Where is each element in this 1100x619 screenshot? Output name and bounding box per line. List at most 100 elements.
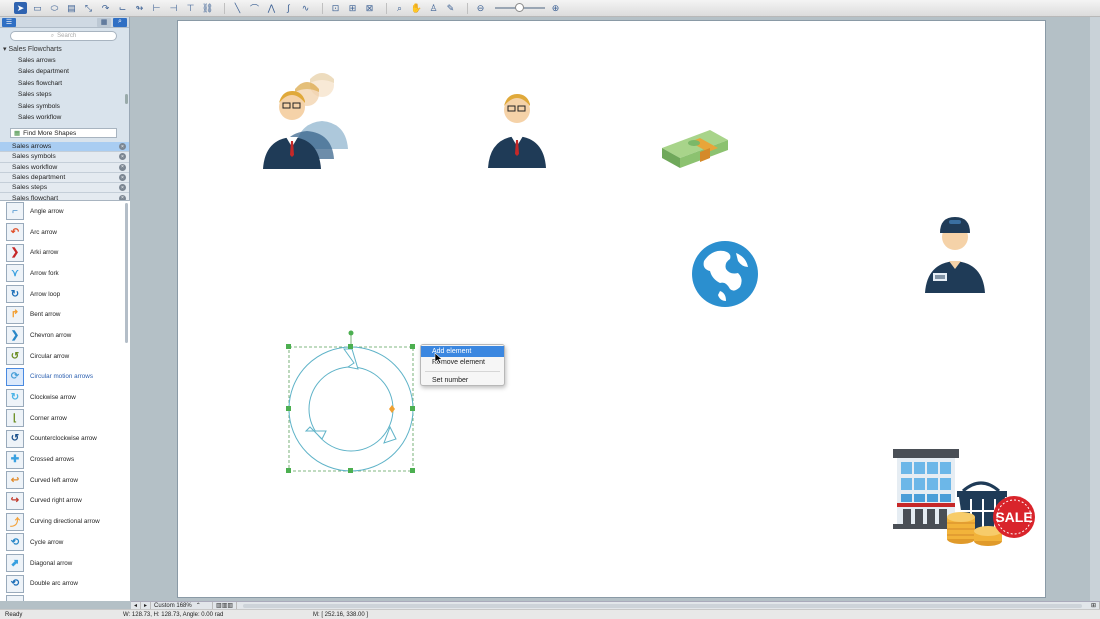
globe-icon[interactable] bbox=[690, 239, 760, 309]
fit-icon[interactable]: ⊞ bbox=[346, 2, 359, 14]
page-prev-button[interactable]: ◂ bbox=[131, 602, 142, 609]
shape-item[interactable]: ❯ Arki arrow bbox=[0, 242, 130, 263]
control-point-handle[interactable] bbox=[389, 405, 395, 413]
user-icon[interactable]: ♙ bbox=[427, 2, 440, 14]
shape-item[interactable]: ❯ Chevron arrow bbox=[0, 325, 130, 346]
horizontal-scrollbar[interactable] bbox=[243, 603, 1082, 608]
shape-item[interactable]: ↺ Circular arrow bbox=[0, 346, 130, 367]
library-row[interactable]: Sales steps × bbox=[0, 183, 129, 194]
page-tabs-icon[interactable]: ▥▥▥ bbox=[213, 602, 238, 609]
shape-item[interactable]: ⤴ Curving directional arrow bbox=[0, 511, 130, 532]
tree-item[interactable]: Sales arrows bbox=[0, 55, 129, 66]
resize-handle[interactable] bbox=[286, 344, 291, 349]
chevron-down-icon[interactable]: ▾ bbox=[3, 46, 7, 53]
line-icon[interactable]: ╲ bbox=[231, 2, 244, 14]
library-row[interactable]: Sales symbols × bbox=[0, 152, 129, 163]
page-next-button[interactable]: ▸ bbox=[141, 602, 152, 609]
shape-gallery-scrollbar[interactable] bbox=[125, 203, 128, 343]
ellipse-icon[interactable]: ⬭ bbox=[48, 2, 61, 14]
library-row[interactable]: Sales workflow × bbox=[0, 162, 129, 173]
zoom-in-icon[interactable]: ⊕ bbox=[549, 2, 562, 14]
close-icon[interactable]: × bbox=[119, 143, 126, 151]
zoom-select[interactable]: Custom 168% ⌃ bbox=[151, 602, 214, 609]
businessman-icon[interactable] bbox=[486, 88, 548, 168]
rotation-handle[interactable] bbox=[348, 330, 354, 336]
smart-connector-icon[interactable]: ⌙ bbox=[116, 2, 129, 14]
library-row[interactable]: Sales arrows × bbox=[0, 142, 129, 153]
zoom-tool-icon[interactable]: ⌕ bbox=[393, 2, 406, 14]
resize-handle[interactable] bbox=[410, 344, 415, 349]
circular-motion-arrows-shape[interactable] bbox=[282, 329, 417, 479]
money-stack-icon[interactable] bbox=[660, 126, 730, 170]
bezier-icon[interactable]: ∫ bbox=[282, 2, 295, 14]
tree-connector-icon[interactable]: ⊢ bbox=[150, 2, 163, 14]
shape-item[interactable]: ⟳ Circular motion arrows bbox=[0, 367, 130, 388]
shape-item[interactable]: ↶ Arc arrow bbox=[0, 222, 130, 243]
tree-connector3-icon[interactable]: ⊤ bbox=[184, 2, 197, 14]
library-row[interactable]: Sales department × bbox=[0, 172, 129, 184]
shape-item[interactable]: ⟲ Cycle arrow bbox=[0, 532, 130, 553]
set-number-menu-item[interactable]: Set number bbox=[421, 375, 504, 386]
resize-handle[interactable] bbox=[348, 468, 353, 473]
shape-item[interactable]: ⬈ Diagonal arrow bbox=[0, 553, 130, 574]
shape-item[interactable]: ↱ Bent arrow bbox=[0, 304, 130, 325]
shape-item[interactable]: ⟷Double headed arrow bbox=[0, 594, 130, 601]
shape-item[interactable]: ⋎ Arrow fork bbox=[0, 263, 130, 284]
resize-handle[interactable] bbox=[410, 406, 415, 411]
hand-icon[interactable]: ✋ bbox=[410, 2, 423, 14]
zoom-slider[interactable] bbox=[495, 3, 545, 12]
zoom-out-icon[interactable]: ⊖ bbox=[474, 2, 487, 14]
resize-handle[interactable] bbox=[286, 406, 291, 411]
shape-item[interactable]: ⌊ Corner arrow bbox=[0, 408, 130, 429]
polyline-icon[interactable]: ⋀ bbox=[265, 2, 278, 14]
shape-item[interactable]: ↩ Curved left arrow bbox=[0, 470, 130, 491]
tree-item[interactable]: Sales flowchart bbox=[0, 78, 129, 89]
drawing-page[interactable]: SALE bbox=[177, 20, 1046, 598]
tree-root[interactable]: ▾ Sales Flowcharts bbox=[0, 44, 129, 55]
shape-item[interactable]: ✚ Crossed arrows bbox=[0, 449, 130, 470]
find-more-shapes-button[interactable]: ▦ Find More Shapes bbox=[10, 128, 117, 138]
resize-handle[interactable] bbox=[286, 468, 291, 473]
tree-connector2-icon[interactable]: ⊣ bbox=[167, 2, 180, 14]
chain-icon[interactable]: ⛓ bbox=[201, 2, 214, 14]
tree-item[interactable]: Sales symbols bbox=[0, 101, 129, 112]
close-icon[interactable]: × bbox=[119, 163, 126, 171]
resize-handle[interactable] bbox=[348, 344, 353, 349]
zoom-slider-knob[interactable] bbox=[515, 3, 524, 12]
arc-icon[interactable]: ⌒ bbox=[248, 2, 261, 14]
shape-thumbnail-icon: ⟲ bbox=[6, 533, 24, 552]
tree-item[interactable]: Sales steps bbox=[0, 89, 129, 100]
tree-item[interactable]: Sales workflow bbox=[0, 112, 129, 123]
business-team-icon[interactable] bbox=[260, 69, 356, 169]
connector-icon[interactable]: ⤡ bbox=[82, 2, 95, 14]
search-tab-icon[interactable]: ⌕ bbox=[113, 17, 127, 27]
library-search-input[interactable]: ⌕ Search bbox=[10, 31, 117, 41]
close-icon[interactable]: × bbox=[119, 153, 126, 161]
shape-item[interactable]: ↪ Curved right arrow bbox=[0, 491, 130, 512]
close-icon[interactable]: × bbox=[119, 174, 126, 182]
sale-shop-icon[interactable]: SALE bbox=[893, 447, 1038, 547]
pointer-icon[interactable]: ➤ bbox=[14, 2, 27, 14]
shape-item[interactable]: ⟲ Double arc arrow bbox=[0, 573, 130, 594]
library-tree-tab-icon[interactable]: ☰ bbox=[2, 17, 16, 27]
shape-item[interactable]: ↻ Arrow loop bbox=[0, 284, 130, 305]
close-icon[interactable]: × bbox=[119, 184, 126, 192]
text-icon[interactable]: ▤ bbox=[65, 2, 78, 14]
shape-item[interactable]: ⌐ Angle arrow bbox=[0, 201, 130, 222]
delivery-man-icon[interactable] bbox=[923, 211, 987, 293]
rectangle-icon[interactable]: ▭ bbox=[31, 2, 44, 14]
grid-icon[interactable]: ⊞ bbox=[1088, 602, 1100, 609]
round-connector-icon[interactable]: ↬ bbox=[133, 2, 146, 14]
grid-view-icon[interactable]: ▦ bbox=[97, 17, 111, 27]
snap-icon[interactable]: ⊡ bbox=[329, 2, 342, 14]
tree-item[interactable]: Sales department bbox=[0, 66, 129, 77]
spline-icon[interactable]: ∿ bbox=[299, 2, 312, 14]
resize-handle[interactable] bbox=[410, 468, 415, 473]
arc-connector-icon[interactable]: ↷ bbox=[99, 2, 112, 14]
vertical-scrollbar[interactable] bbox=[1090, 17, 1100, 601]
crop-icon[interactable]: ⊠ bbox=[363, 2, 376, 14]
shape-item[interactable]: ↺ Counterclockwise arrow bbox=[0, 429, 130, 450]
tree-scrollbar[interactable] bbox=[125, 94, 128, 104]
eyedropper-icon[interactable]: ✎ bbox=[444, 2, 457, 14]
shape-item[interactable]: ↻ Clockwise arrow bbox=[0, 387, 130, 408]
